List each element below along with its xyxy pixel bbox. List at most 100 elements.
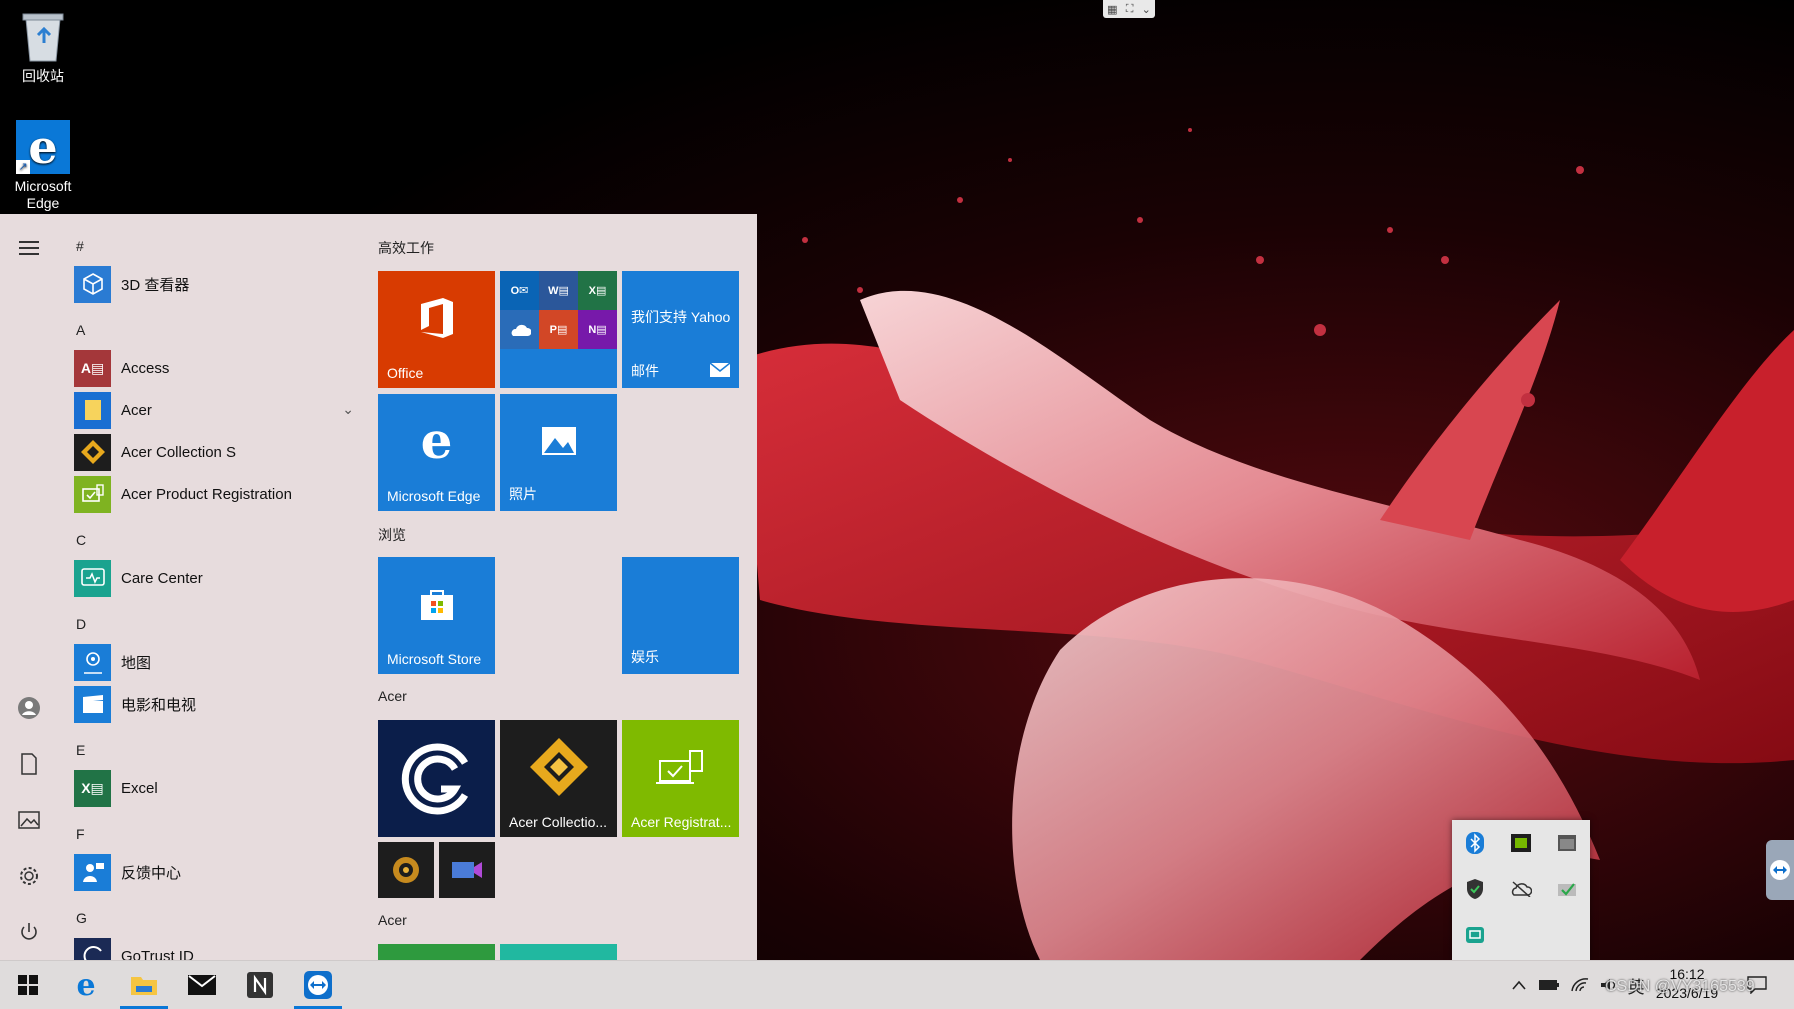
maps-icon [74,643,111,681]
taskbar-edge[interactable]: e [62,961,110,1009]
app-3d-viewer[interactable]: 3D 查看器 [74,265,354,303]
letter-header[interactable]: C [76,532,86,548]
outlook-icon: O✉ [500,271,539,310]
gotrust-icon [74,937,111,960]
tile-label: Microsoft Edge [387,488,481,504]
teamviewer-side-handle[interactable] [1766,840,1794,900]
acer-collection-icon [500,720,617,813]
settings-gear-icon[interactable] [17,864,41,888]
app-label: Acer Collection S [121,443,237,461]
letter-header[interactable]: # [76,238,84,254]
pictures-icon[interactable] [17,808,41,832]
taskbar-notion-app[interactable] [236,961,284,1009]
tile-label: 照片 [509,486,537,502]
app-feedback-hub[interactable]: 反馈中心 [74,853,354,891]
tile-acer-collection[interactable]: Acer Collectio... [500,720,617,837]
taskbar: e 英 16:12 2023/6/19 [0,960,1794,1009]
edge-icon: e [76,967,96,1003]
app-label: 3D 查看器 [121,276,190,294]
desktop-icon-recycle-bin[interactable]: 回收站 [0,8,88,85]
battery-icon[interactable] [1534,961,1564,1009]
tile-office-apps-folder[interactable]: O✉ W▤ X▤ P▤ N▤ [500,271,617,388]
letter-header[interactable]: F [76,826,85,842]
letter-header[interactable]: D [76,616,86,632]
tile-photos[interactable]: 照片 [500,394,617,511]
bluetooth-icon[interactable] [1462,830,1488,856]
grid-icon[interactable]: ▦ [1107,3,1117,16]
fullscreen-icon[interactable]: ⛶ [1126,3,1134,16]
taskbar-file-explorer[interactable] [120,961,168,1009]
app-label: GoTrust ID [121,947,194,961]
device-icon[interactable] [1554,830,1580,856]
folder-icon [74,391,111,429]
tile-group-title[interactable]: 高效工作 [378,238,434,258]
start-menu: # 3D 查看器 A A▤ Access Acer ⌄ Acer Collect… [0,214,757,960]
tray-overflow-flyout [1452,820,1590,960]
documents-icon[interactable] [17,752,41,776]
tile-small-camera-app[interactable] [378,842,434,898]
app-care-center[interactable]: Care Center [74,559,354,597]
aperture-icon [378,842,434,898]
care-center-tray-icon[interactable] [1462,922,1488,948]
tile-edge[interactable]: e Microsoft Edge [378,394,495,511]
power-icon[interactable] [17,920,41,944]
tile-group-title[interactable]: Acer [378,912,407,928]
desktop-icon-label: 回收站 [22,68,64,84]
app-label: Excel [121,779,158,797]
movies-icon [74,685,111,723]
app-access[interactable]: A▤ Access [74,349,354,387]
tile-office[interactable]: Office [378,271,495,388]
app-maps[interactable]: 地图 [74,643,354,681]
letter-header[interactable]: G [76,910,87,926]
tile-acer-partial-teal[interactable] [500,944,617,960]
app-label: Care Center [121,569,203,587]
app-acer-collection-s[interactable]: Acer Collection S [74,433,354,471]
desktop-icon-edge[interactable]: e ↗ Microsoft Edge [0,120,88,212]
excel-icon: X▤ [74,769,111,807]
tile-small-video-app[interactable] [439,842,495,898]
app-gotrust-id[interactable]: GoTrust ID [74,937,354,960]
teamviewer-icon [1770,860,1790,880]
tile-label: Office [387,365,424,381]
app-list: # 3D 查看器 A A▤ Access Acer ⌄ Acer Collect… [66,214,356,960]
word-icon: W▤ [539,271,578,310]
taskbar-teamviewer[interactable] [294,961,342,1009]
taskbar-mail[interactable] [178,961,226,1009]
app-excel[interactable]: X▤ Excel [74,769,354,807]
app-acer-folder[interactable]: Acer ⌄ [74,391,354,429]
start-button[interactable] [4,961,52,1009]
remote-toolbar-widget[interactable]: ▦ ⛶ ⌄ [1103,0,1155,18]
chevron-down-icon[interactable]: ⌄ [342,401,354,418]
shortcut-arrow-icon: ↗ [16,160,30,174]
onedrive-offline-icon[interactable] [1508,876,1534,902]
windows-security-shield-icon[interactable] [1462,876,1488,902]
registration-icon [622,720,739,813]
user-avatar-icon[interactable] [17,696,41,720]
checkmark-status-icon[interactable] [1554,876,1580,902]
wifi-icon[interactable] [1566,961,1594,1009]
store-bag-icon [378,557,495,650]
app-movies-tv[interactable]: 电影和电视 [74,685,354,723]
tile-gotrust[interactable] [378,720,495,837]
notion-icon [247,972,273,998]
app-acer-product-registration[interactable]: Acer Product Registration [74,475,354,513]
letter-header[interactable]: A [76,322,85,338]
tile-mail[interactable]: 我们支持 Yahoo 邮件 [622,271,739,388]
tile-group-title[interactable]: Acer [378,688,407,704]
hamburger-menu-icon[interactable] [17,236,41,260]
show-hidden-icons-chevron-up-icon[interactable] [1506,961,1532,1009]
tile-acer-registration[interactable]: Acer Registrat... [622,720,739,837]
tile-acer-partial-green[interactable] [378,944,495,960]
tile-label: Acer Collectio... [509,814,608,830]
letter-header[interactable]: E [76,742,85,758]
nvidia-icon[interactable] [1508,830,1534,856]
edge-icon: e [420,411,453,470]
app-label: Acer [121,401,152,419]
tile-entertainment[interactable]: 娱乐 [622,557,739,674]
tile-microsoft-store[interactable]: Microsoft Store [378,557,495,674]
tile-group-title[interactable]: 浏览 [378,525,406,545]
chevron-down-icon[interactable]: ⌄ [1142,3,1151,16]
recycle-bin-icon [15,8,71,64]
app-label: 反馈中心 [121,864,182,882]
photos-icon [500,394,617,487]
